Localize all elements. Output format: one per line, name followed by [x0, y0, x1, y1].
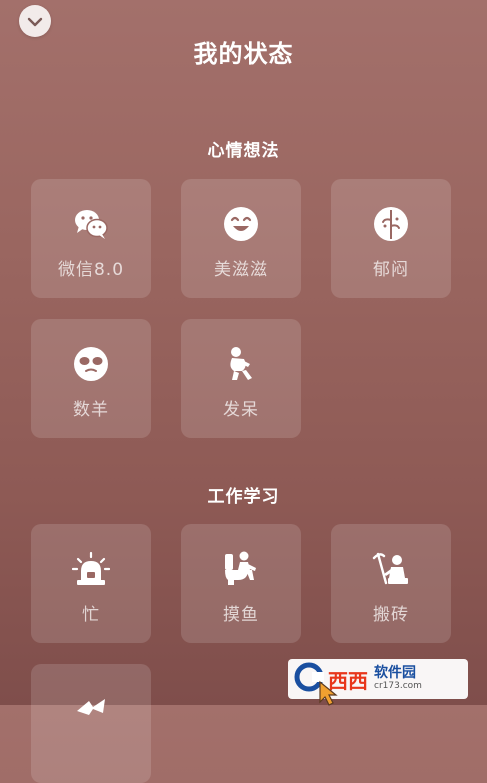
status-label: 忙: [82, 605, 100, 625]
status-tile-happy[interactable]: 美滋滋: [181, 179, 301, 298]
chevron-down-icon: [27, 12, 43, 31]
status-tile-counting-sheep[interactable]: 数羊: [31, 319, 151, 438]
watermark-url: cr173.com: [374, 680, 422, 691]
status-label: 数羊: [73, 400, 109, 420]
cursor-arrow-icon: [318, 680, 340, 710]
sleepy-face-icon: [72, 345, 110, 383]
status-label: 美滋滋: [214, 260, 268, 280]
status-tile-brick-moving[interactable]: 搬砖: [331, 524, 451, 643]
watermark-logo: 西西 软件园 cr173.com: [288, 659, 468, 699]
status-label: 微信8.0: [57, 260, 125, 280]
partial-icon: [72, 688, 110, 726]
wechat-icon: [72, 205, 110, 243]
status-label: 郁闷: [373, 260, 409, 280]
status-label: 发呆: [223, 400, 259, 420]
status-label: 摸鱼: [223, 605, 259, 625]
section-title-mood: 心情想法: [207, 141, 280, 161]
status-tile-gloomy[interactable]: 郁闷: [331, 179, 451, 298]
alarm-siren-icon: [72, 550, 110, 588]
person-at-toilet-icon: [222, 550, 260, 588]
status-tile-slacking[interactable]: 摸鱼: [181, 524, 301, 643]
squatting-person-icon: [222, 345, 260, 383]
wilted-leaf-icon: [372, 205, 410, 243]
collapse-button[interactable]: [19, 5, 51, 37]
watermark-name: 软件园: [374, 665, 416, 682]
status-label: 搬砖: [373, 605, 409, 625]
status-tile-daze[interactable]: 发呆: [181, 319, 301, 438]
page-title: 我的状态: [193, 40, 294, 68]
status-tile-busy[interactable]: 忙: [31, 524, 151, 643]
smile-face-icon: [222, 205, 260, 243]
status-tile-wechat[interactable]: 微信8.0: [31, 179, 151, 298]
person-with-pickaxe-icon: [372, 550, 410, 588]
section-title-work-study: 工作学习: [207, 487, 280, 507]
status-tile-partial[interactable]: [31, 664, 151, 783]
